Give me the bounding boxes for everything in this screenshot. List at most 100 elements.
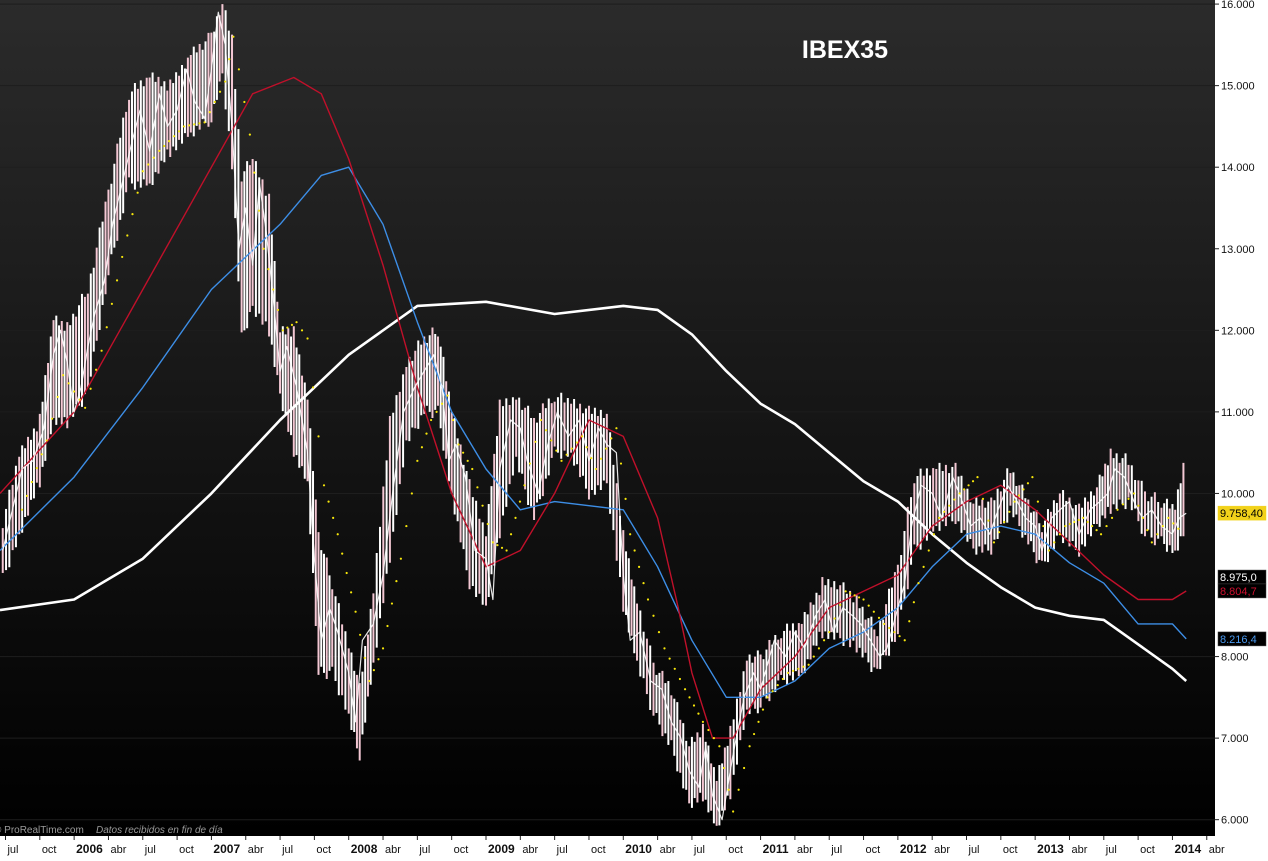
x-tick-label: oct [42,844,57,856]
sar-dot [350,591,353,594]
sar-dot [976,476,979,479]
sar-dot [1077,518,1080,522]
sar-dot [1127,497,1130,500]
sar-dot [678,677,682,681]
sar-dot [451,418,455,422]
sar-dot [903,639,906,642]
sar-dot [981,497,985,500]
sar-dot [1177,527,1180,530]
sar-dot [491,541,494,544]
x-tick-label: jul [830,844,842,856]
sar-dot [435,410,438,413]
sar-dot [737,788,740,791]
sar-dot [781,677,784,681]
sar-dot [594,467,597,471]
sar-dot [817,647,821,650]
sar-dot [377,658,380,661]
sar-dot [807,663,810,666]
sar-dot [610,437,613,440]
sar-dot [84,406,87,409]
sar-dot [943,510,946,513]
sar-dot [193,123,196,126]
sar-dot [224,80,227,83]
sar-dot [471,467,474,471]
sar-dot [642,582,645,585]
sar-dot [893,630,896,634]
sar-dot [286,326,289,329]
sar-dot [1031,476,1034,479]
sar-dot [182,125,186,128]
y-tick-label: 16.000 [1221,0,1255,11]
x-tick-label: 2014 [1174,842,1201,856]
sar-dot [518,500,522,503]
sar-dot [633,549,636,552]
x-tick-label: jul [6,844,18,856]
sar-dot [368,679,371,683]
x-tick-label: abr [797,844,813,856]
sar-dot [466,459,469,462]
sar-dot [152,156,155,159]
x-tick-label: jul [281,844,293,856]
sar-dot [267,268,270,271]
sar-dot [701,720,705,723]
sar-dot [1064,524,1067,528]
sar-dot [872,610,875,613]
sar-dot [253,171,256,174]
sar-dot [948,504,951,507]
sar-dot [922,565,925,568]
sar-dot [544,429,548,432]
sar-dot [198,122,201,125]
x-tick-label: oct [591,844,606,856]
sar-dot [1008,510,1011,513]
sar-dot [248,133,251,136]
sar-dot [163,144,166,148]
sar-dot [771,690,774,693]
sar-dot [853,594,856,597]
sar-dot [857,596,861,599]
sar-dot [862,598,865,601]
sar-dot [177,130,181,133]
sar-dot [35,467,38,470]
sar-dot [1022,488,1025,491]
sar-dot [683,688,687,691]
sar-dot [998,531,1001,534]
sar-dot [51,417,54,420]
sar-dot [386,624,389,628]
sar-dot [1017,494,1021,497]
sar-dot [1167,516,1170,520]
x-tick-label: jul [1105,844,1117,856]
sar-dot [581,435,584,438]
sar-dot [276,308,280,312]
y-tick-label: 7.000 [1221,733,1249,745]
sar-dot [25,494,29,497]
sar-dot [395,580,398,583]
sar-dot [570,447,573,450]
sar-dot [203,121,206,124]
sar-dot [534,440,537,443]
sar-dot [1042,524,1045,528]
x-tick-label: 2011 [763,842,789,856]
sar-dot [624,497,627,500]
sar-dot [300,329,304,332]
x-tick-label: abr [1071,844,1087,856]
y-tick-label: 11.000 [1221,407,1254,419]
sar-dot [839,603,842,607]
sar-dot [812,655,815,658]
sar-dot [629,533,632,536]
sar-dot [883,622,886,626]
x-tick-label: oct [454,844,469,856]
sar-dot [126,234,129,237]
sar-dot [776,684,779,687]
sar-dot [727,788,730,791]
sar-dot [262,247,265,250]
x-tick-label: oct [316,844,331,856]
footer-note: Datos recibidos en fin de día [96,825,223,836]
sar-dot [243,100,246,104]
sar-dot [446,394,449,397]
sar-dot [898,635,901,638]
sar-dot [833,617,836,620]
x-tick-label: 2007 [213,842,240,856]
sar-dot [228,58,231,61]
sar-dot [208,111,211,114]
sar-dot [425,432,428,435]
